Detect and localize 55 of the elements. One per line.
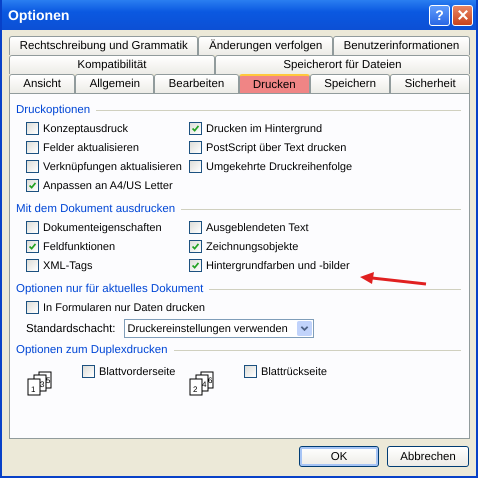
checkbox-label[interactable]: Anpassen an A4/US Letter	[43, 180, 173, 192]
checkbox-label[interactable]: Zeichnungsobjekte	[206, 240, 298, 252]
checkbox[interactable]	[26, 221, 39, 234]
tab[interactable]: Ansicht	[9, 74, 76, 93]
tab[interactable]: Änderungen verfolgen	[198, 36, 333, 55]
tray-dropdown[interactable]: Druckereinstellungen verwenden	[124, 319, 314, 338]
tab[interactable]: Allgemein	[75, 74, 154, 93]
checkbox-label[interactable]: In Formularen nur Daten drucken	[43, 302, 206, 314]
checkbox[interactable]	[82, 365, 95, 378]
checkbox[interactable]	[26, 179, 39, 192]
tab[interactable]: Speichern	[310, 74, 390, 93]
checkbox-label[interactable]: Dokumenteigenschaften	[43, 222, 162, 234]
checkbox[interactable]	[189, 221, 202, 234]
checkbox-label[interactable]: Umgekehrte Druckreihenfolge	[206, 160, 352, 172]
checkbox-label[interactable]: Verknüpfungen aktualisieren	[43, 160, 182, 172]
tab[interactable]: Benutzerinformationen	[332, 36, 470, 55]
checkbox-label[interactable]: Blattvorderseite	[99, 366, 176, 378]
checkbox[interactable]	[26, 141, 39, 154]
tab[interactable]: Kompatibilität	[9, 55, 215, 74]
dropdown-label: Standardschacht:	[26, 322, 116, 334]
checkbox-label[interactable]: Ausgeblendeten Text	[206, 222, 309, 234]
tab[interactable]: Drucken	[238, 74, 310, 93]
close-icon	[456, 8, 470, 22]
section-title: Druckoptionen	[16, 104, 90, 116]
checkbox[interactable]	[26, 122, 39, 135]
checkbox-label[interactable]: Konzeptausdruck	[43, 122, 128, 134]
section-title: Optionen nur für aktuelles Dokument	[16, 283, 204, 295]
checkbox[interactable]	[26, 160, 39, 173]
checkbox[interactable]	[26, 259, 39, 272]
section-title: Mit dem Dokument ausdrucken	[16, 203, 176, 215]
dialog-button[interactable]: Abbrechen	[387, 446, 469, 467]
checkbox[interactable]	[244, 365, 257, 378]
checkbox-label[interactable]: Hintergrundfarben und -bilder	[206, 260, 350, 272]
tab[interactable]: Sicherheit	[390, 74, 470, 93]
checkbox[interactable]	[26, 301, 39, 314]
checkbox-label[interactable]: Drucken im Hintergrund	[206, 122, 322, 134]
window-title: Optionen	[8, 7, 70, 23]
checkbox-label[interactable]: Felder aktualisieren	[43, 142, 139, 154]
checkbox[interactable]	[189, 160, 202, 173]
checkbox[interactable]	[26, 240, 39, 253]
checkbox-label[interactable]: PostScript über Text drucken	[206, 142, 346, 154]
section-title: Optionen zum Duplexdrucken	[16, 344, 168, 356]
checkbox-label[interactable]: Blattrückseite	[261, 366, 328, 378]
checkbox[interactable]	[189, 141, 202, 154]
tab[interactable]: Bearbeiten	[154, 74, 239, 93]
tab[interactable]: Speicherort für Dateien	[214, 55, 470, 74]
checkbox[interactable]	[189, 240, 202, 253]
close-button[interactable]	[452, 4, 473, 26]
tab[interactable]: Rechtschreibung und Grammatik	[9, 36, 198, 55]
checkbox-label[interactable]: Feldfunktionen	[43, 240, 116, 252]
chevron-down-icon	[300, 324, 309, 333]
checkbox[interactable]	[189, 122, 202, 135]
checkbox-label[interactable]: XML-Tags	[43, 260, 93, 272]
dialog-button[interactable]: OK	[299, 446, 379, 467]
checkbox[interactable]	[189, 259, 202, 272]
